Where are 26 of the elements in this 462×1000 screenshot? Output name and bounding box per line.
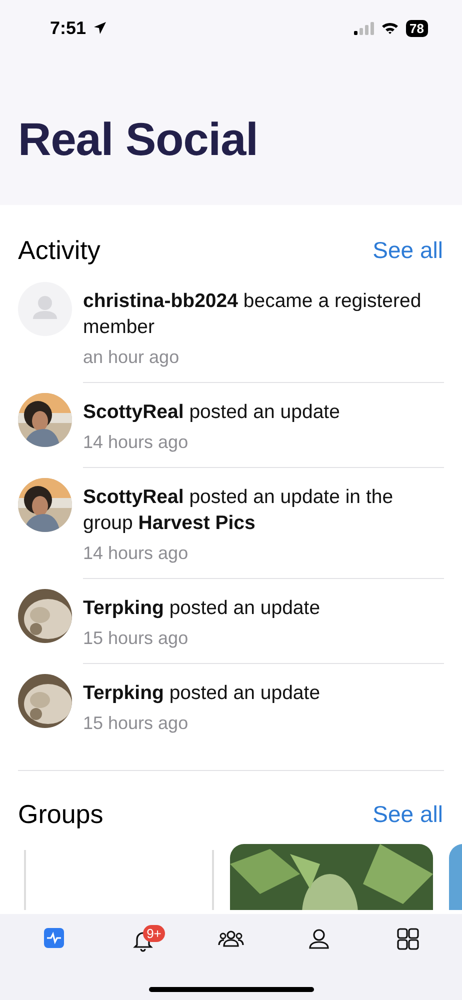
activity-time: 14 hours ago <box>83 542 190 565</box>
people-icon <box>218 928 244 950</box>
section-title: Groups <box>18 799 104 830</box>
activity-text: ScottyReal posted an update <box>83 400 341 425</box>
status-time: 7:51 <box>50 18 86 38</box>
location-arrow-icon <box>93 21 108 35</box>
activity-time: an hour ago <box>83 346 180 369</box>
activity-time: 15 hours ago <box>83 712 190 735</box>
notification-badge: 9+ <box>142 925 166 942</box>
activity-time: 14 hours ago <box>83 431 190 454</box>
person-icon <box>308 928 330 950</box>
battery-level: 78 <box>406 20 428 36</box>
activity-icon <box>44 928 64 948</box>
activity-text: christina-bb2024 became a registered member <box>83 289 422 340</box>
signal-icon <box>354 22 374 34</box>
section-title: Activity <box>18 235 100 266</box>
grid-icon <box>396 928 419 950</box>
wifi-icon <box>380 21 399 35</box>
activity-text: ScottyReal posted an update in the group Harvest Pics <box>83 485 394 536</box>
tab-button[interactable]: 9+ <box>120 928 165 964</box>
activity-text: Terpking posted an update <box>83 596 322 621</box>
see-all-link[interactable]: See all <box>372 237 443 264</box>
see-all-link[interactable]: See all <box>372 801 443 828</box>
app-title: Real Social <box>18 112 259 166</box>
activity-time: 15 hours ago <box>83 627 190 650</box>
activity-text: Terpking posted an update <box>83 681 322 706</box>
